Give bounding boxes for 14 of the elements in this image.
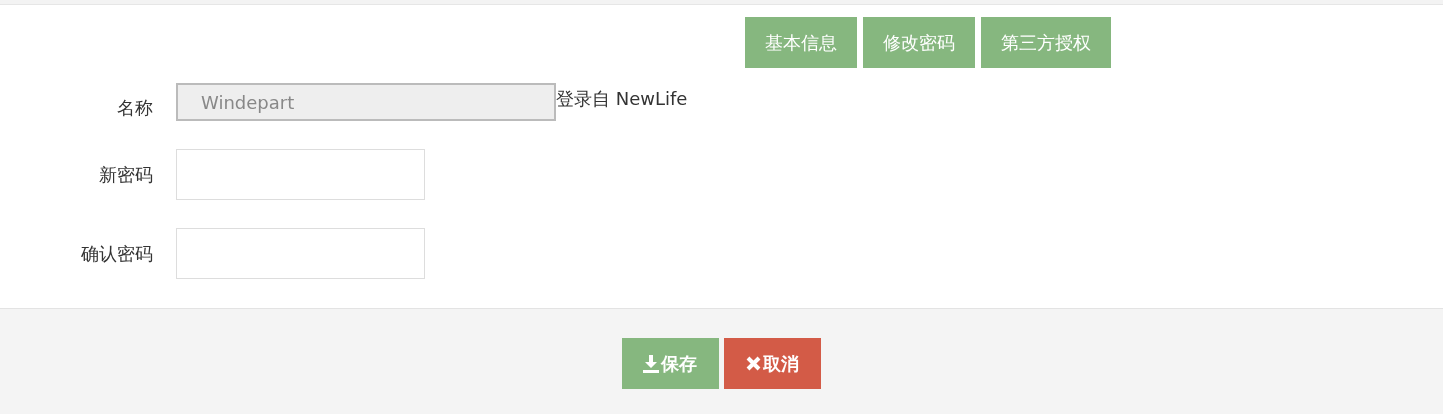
tab[interactable]: 第三方授权 xyxy=(981,17,1111,68)
name-field[interactable]: Windepart xyxy=(176,83,556,121)
password-field[interactable] xyxy=(176,149,425,200)
field-label: 确认密码 xyxy=(81,242,153,264)
tab[interactable]: 修改密码 xyxy=(863,17,975,68)
password-field[interactable] xyxy=(176,228,425,279)
tab[interactable]: 基本信息 xyxy=(745,17,857,68)
save-button[interactable]: 保存 xyxy=(621,338,719,389)
login-source-text: 登录自 NewLife xyxy=(556,87,688,111)
close-icon xyxy=(745,356,761,371)
cancel-button[interactable]: 取消 xyxy=(723,338,821,389)
field-label: 名称 xyxy=(117,97,153,118)
field-label: 新密码 xyxy=(99,163,153,185)
download-icon xyxy=(643,354,659,373)
